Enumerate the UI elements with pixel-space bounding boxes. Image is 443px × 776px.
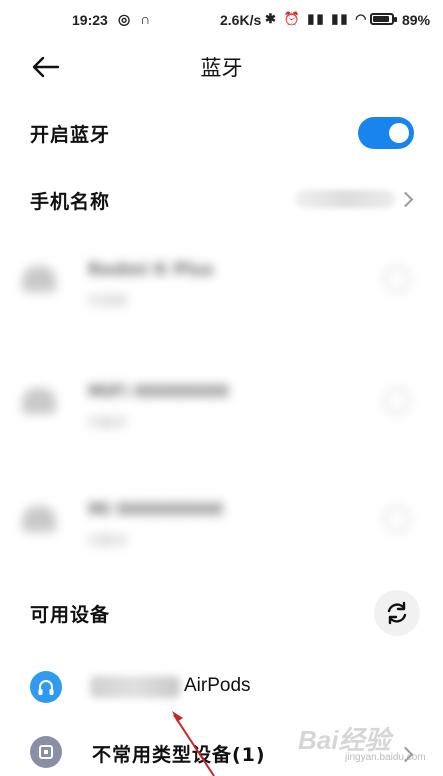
status-right-icons: ✱ ⏰ ▮▮ ▮▮ ◠ (265, 11, 369, 26)
refresh-icon (387, 601, 407, 625)
available-devices-heading: 可用设备 (30, 604, 111, 626)
status-time: 19:23 (72, 12, 108, 28)
device-icon (22, 266, 56, 292)
device-name: AirPods (184, 675, 251, 696)
battery-percent: 89% (402, 12, 431, 28)
device-icon (22, 388, 56, 414)
device-detail-icon[interactable] (384, 506, 410, 532)
paired-device-item[interactable]: Redmi K Plus 已连接 (0, 228, 443, 343)
watermark-url: jingyan.baidu.com (345, 752, 426, 763)
device-icon (22, 506, 56, 532)
phone-name-value-blurred (295, 190, 395, 208)
chevron-right-icon (397, 191, 414, 208)
device-detail-icon[interactable] (384, 266, 410, 292)
device-name-prefix-blurred (90, 676, 180, 698)
refresh-button[interactable] (374, 590, 420, 636)
phone-name-label: 手机名称 (30, 191, 111, 213)
device-icon (30, 736, 62, 768)
headphones-icon (30, 671, 62, 703)
page-title: 蓝牙 (200, 56, 243, 80)
paired-device-item[interactable]: Mi 000000000 已配对 (0, 468, 443, 583)
device-name: Mi 000000000 (88, 500, 224, 520)
bluetooth-toggle[interactable] (358, 117, 414, 149)
app-header: 蓝牙 (0, 42, 443, 92)
status-left-icons: ◎ ∩ (118, 11, 154, 27)
device-name: Redmi K Plus (88, 260, 214, 280)
device-status: 已连接 (88, 294, 128, 309)
device-status: 已配对 (88, 534, 128, 549)
device-status: 已配对 (88, 416, 128, 431)
device-detail-icon[interactable] (384, 388, 410, 414)
battery-icon (370, 13, 397, 25)
bluetooth-toggle-label: 开启蓝牙 (30, 124, 111, 146)
device-name: 不常用类型设备(1) (92, 744, 266, 766)
toggle-knob (389, 123, 409, 143)
status-bar: 19:23 ◎ ∩ 2.6K/s ✱ ⏰ ▮▮ ▮▮ ◠ 89% (0, 0, 443, 42)
network-speed: 2.6K/s (220, 12, 262, 28)
device-name: MiFi 00000000 (88, 382, 229, 402)
paired-device-item[interactable]: MiFi 00000000 已配对 (0, 350, 443, 465)
